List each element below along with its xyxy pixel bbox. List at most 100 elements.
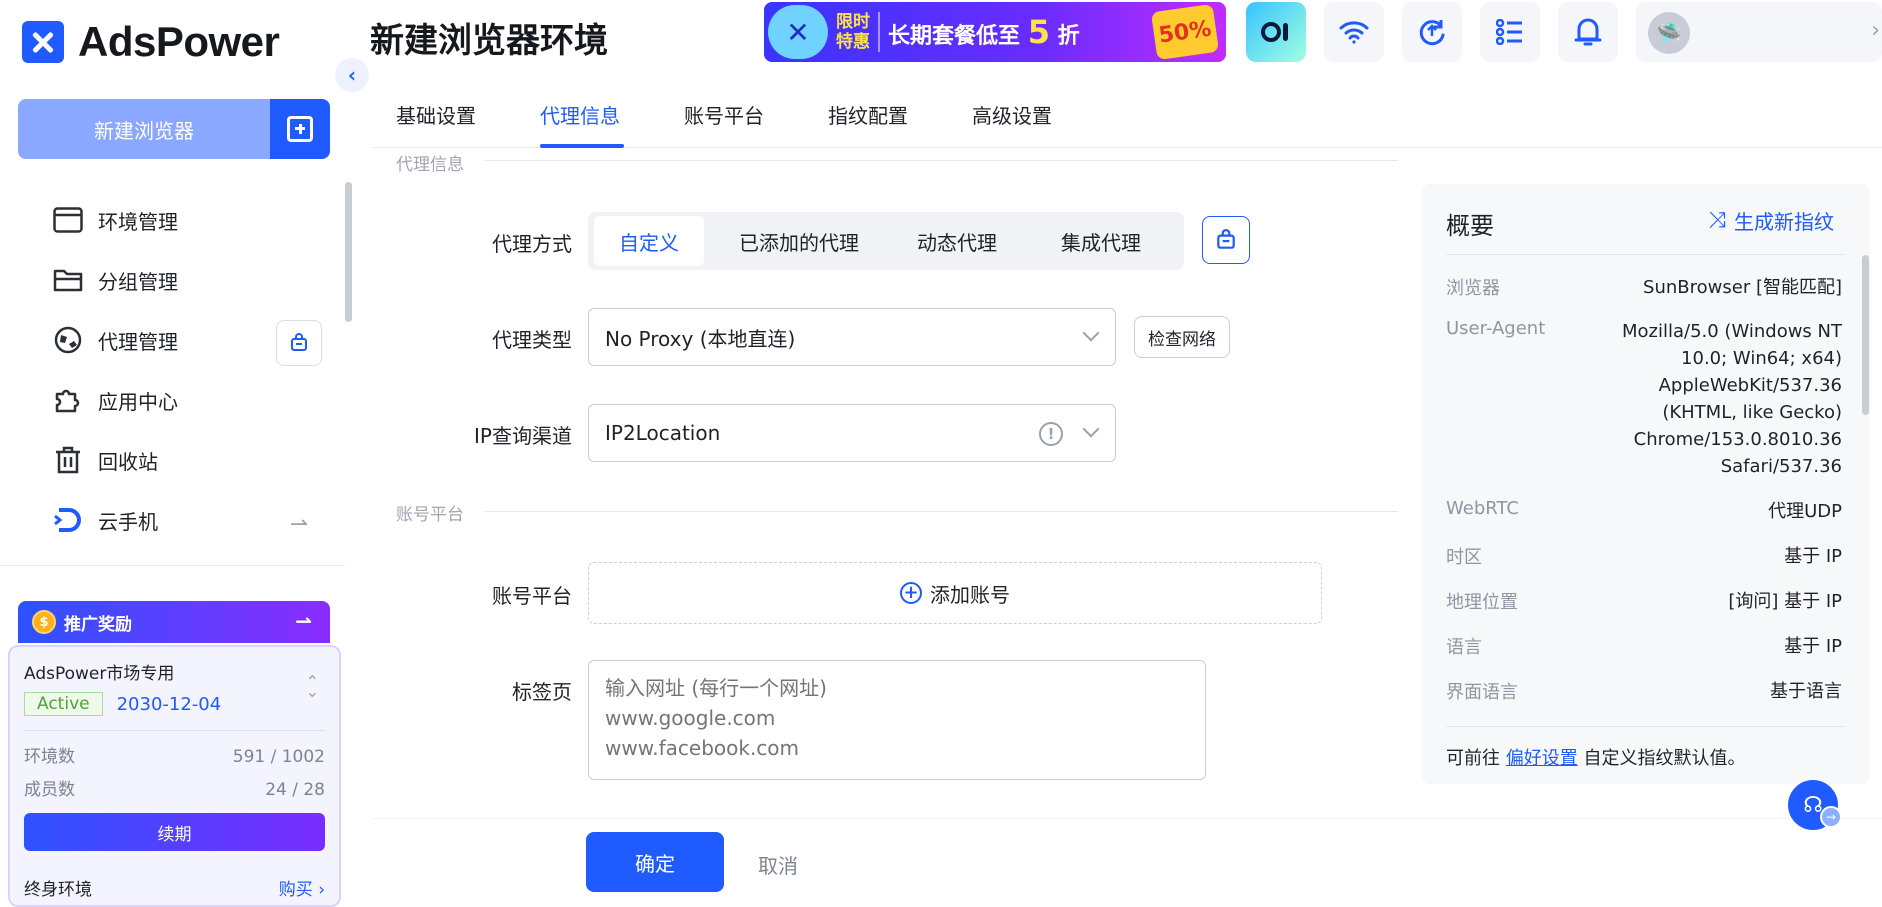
folder-icon bbox=[52, 264, 84, 296]
tab-account[interactable]: 账号平台 bbox=[684, 100, 764, 129]
window-icon bbox=[52, 204, 84, 236]
summary-value: 代理UDP bbox=[1768, 501, 1842, 522]
tab-bar: 基础设置 代理信息 账号平台 指纹配置 高级设置 bbox=[372, 80, 1882, 148]
summary-value: 基于 IP bbox=[1784, 636, 1842, 657]
promo-ad-banner[interactable]: ✕ 限时 特惠 长期套餐低至 5 折 50% bbox=[764, 2, 1226, 62]
banner-discount-number: 5 bbox=[1027, 13, 1050, 51]
batch-create-button[interactable] bbox=[270, 99, 330, 159]
ip-channel-value: IP2Location bbox=[605, 421, 721, 445]
proxy-mode-integrated[interactable]: 集成代理 bbox=[1036, 216, 1166, 266]
new-browser-button[interactable]: 新建浏览器 bbox=[18, 99, 330, 159]
tab-basic[interactable]: 基础设置 bbox=[396, 100, 476, 129]
avatar[interactable]: 🛸 bbox=[1648, 12, 1690, 54]
summary-row-language: 语言 基于 IP bbox=[1446, 633, 1842, 660]
sidebar-item-label: 云手机 bbox=[98, 509, 158, 534]
sidebar-item-proxy[interactable]: 代理管理 bbox=[0, 310, 340, 370]
proxy-mode-segmented: 自定义 已添加的代理 动态代理 集成代理 bbox=[588, 212, 1184, 270]
banner-main-text: 长期套餐低至 bbox=[888, 24, 1021, 49]
rpa-button[interactable] bbox=[1246, 2, 1306, 62]
cancel-button[interactable]: 取消 bbox=[758, 850, 798, 879]
account-platform-label: 账号平台 bbox=[492, 584, 572, 608]
tab-advanced[interactable]: 高级设置 bbox=[972, 100, 1052, 129]
chevron-down-icon bbox=[1082, 420, 1100, 438]
proxy-type-value: No Proxy (本地直连) bbox=[605, 326, 796, 351]
add-account-label: 添加账号 bbox=[930, 582, 1010, 607]
logo[interactable]: AdsPower bbox=[22, 18, 280, 66]
user-menu[interactable]: 🛸 › bbox=[1636, 2, 1882, 62]
summary-value: [询问] 基于 IP bbox=[1728, 591, 1842, 612]
trash-icon bbox=[52, 444, 84, 476]
promo-title: 推广奖励 bbox=[64, 614, 132, 635]
summary-row-user-agent: User-Agent Mozilla/5.0 (Windows NT 10.0;… bbox=[1446, 318, 1842, 480]
proxy-icon bbox=[52, 324, 84, 356]
proxy-shop-button[interactable] bbox=[276, 320, 322, 366]
new-browser-label[interactable]: 新建浏览器 bbox=[18, 99, 270, 159]
tab-fingerprint[interactable]: 指纹配置 bbox=[828, 100, 908, 129]
summary-divider bbox=[1446, 726, 1846, 727]
renew-button[interactable]: 续期 bbox=[24, 813, 325, 851]
summary-footer-prefix: 可前往 bbox=[1446, 748, 1500, 769]
wifi-icon bbox=[1339, 21, 1369, 44]
generate-fingerprint-button[interactable]: ⤨ 生成新指纹 bbox=[1708, 206, 1834, 235]
sidebar-item-apps[interactable]: 应用中心 bbox=[0, 370, 340, 430]
sidebar-nav: 环境管理 分组管理 代理管理 应用中心 回收站 云手机 ⇀ bbox=[0, 190, 340, 550]
sidebar-item-label: 回收站 bbox=[98, 449, 158, 474]
coin-icon: $ bbox=[32, 610, 56, 634]
chevron-left-icon: ‹ bbox=[347, 63, 357, 87]
proxy-mode-custom[interactable]: 自定义 bbox=[594, 216, 704, 266]
info-icon[interactable]: ! bbox=[1039, 422, 1063, 446]
collapse-sidebar-button[interactable]: ‹ bbox=[335, 58, 369, 92]
member-count-value: 24 / 28 bbox=[265, 780, 325, 800]
summary-row-timezone: 时区 基于 IP bbox=[1446, 543, 1842, 570]
buy-proxy-button[interactable] bbox=[1202, 216, 1250, 264]
summary-key: 浏览器 bbox=[1446, 278, 1500, 299]
ip-channel-select[interactable]: IP2Location ! bbox=[588, 404, 1116, 462]
lifetime-label: 终身环境 bbox=[24, 880, 92, 900]
confirm-button[interactable]: 确定 bbox=[586, 832, 724, 892]
shuffle-icon: ⤨ bbox=[1708, 208, 1726, 233]
summary-panel: 概要 ⤨ 生成新指纹 浏览器 SunBrowser [智能匹配] User-Ag… bbox=[1422, 184, 1870, 784]
page-title: 新建浏览器环境 bbox=[370, 21, 608, 61]
summary-row-webrtc: WebRTC 代理UDP bbox=[1446, 498, 1842, 525]
ip-channel-label: IP查询渠道 bbox=[474, 424, 572, 448]
sidebar-scrollbar[interactable] bbox=[345, 182, 352, 322]
network-button[interactable] bbox=[1324, 2, 1384, 62]
proxy-type-select[interactable]: No Proxy (本地直连) bbox=[588, 308, 1116, 366]
summary-key: 语言 bbox=[1446, 637, 1482, 658]
sidebar-item-trash[interactable]: 回收站 bbox=[0, 430, 340, 490]
notifications-button[interactable] bbox=[1558, 2, 1618, 62]
tab-proxy[interactable]: 代理信息 bbox=[540, 100, 620, 129]
summary-value: SunBrowser [智能匹配] bbox=[1643, 277, 1842, 298]
promo-banner[interactable]: $ 推广奖励 ⇀ bbox=[18, 601, 330, 643]
sync-button[interactable] bbox=[1402, 2, 1462, 62]
adspower-badge-icon: ✕ bbox=[768, 5, 828, 59]
preferences-link[interactable]: 偏好设置 bbox=[1506, 748, 1578, 769]
summary-key: WebRTC bbox=[1446, 498, 1519, 519]
banner-tag-line1: 限时 bbox=[836, 12, 870, 32]
summary-divider bbox=[1446, 254, 1846, 255]
task-list-button[interactable] bbox=[1480, 2, 1540, 62]
summary-value: 基于 IP bbox=[1784, 546, 1842, 567]
add-account-button[interactable]: + 添加账号 bbox=[588, 562, 1322, 624]
summary-scrollbar[interactable] bbox=[1862, 255, 1869, 415]
proxy-mode-saved[interactable]: 已添加的代理 bbox=[714, 216, 884, 266]
section-divider bbox=[484, 160, 1398, 161]
add-box-icon bbox=[287, 116, 313, 142]
member-count-row: 成员数 24 / 28 bbox=[24, 774, 325, 807]
env-count-row: 环境数 591 / 1002 bbox=[24, 741, 325, 774]
buy-link[interactable]: 购买 › bbox=[279, 875, 325, 900]
cloud-phone-icon bbox=[52, 504, 84, 536]
startup-urls-input[interactable] bbox=[588, 660, 1206, 780]
arrow-right-icon: ⇀ bbox=[289, 512, 308, 537]
plan-expiry: 2030-12-04 bbox=[116, 693, 222, 715]
expand-toggle-icon[interactable]: ⌃ ⌄ bbox=[306, 674, 319, 700]
summary-row-geolocation: 地理位置 [询问] 基于 IP bbox=[1446, 588, 1842, 615]
generate-fingerprint-label: 生成新指纹 bbox=[1734, 210, 1834, 234]
sidebar-item-cloud-phone[interactable]: 云手机 ⇀ bbox=[0, 490, 340, 550]
summary-footer-suffix: 自定义指纹默认值。 bbox=[1583, 748, 1746, 769]
proxy-mode-dynamic[interactable]: 动态代理 bbox=[892, 216, 1022, 266]
sidebar-item-env[interactable]: 环境管理 bbox=[0, 190, 340, 250]
check-network-button[interactable]: 检查网络 bbox=[1134, 316, 1230, 358]
sidebar-item-groups[interactable]: 分组管理 bbox=[0, 250, 340, 310]
top-header: 新建浏览器环境 ✕ 限时 特惠 长期套餐低至 5 折 50% 🛸 › bbox=[354, 0, 1882, 66]
